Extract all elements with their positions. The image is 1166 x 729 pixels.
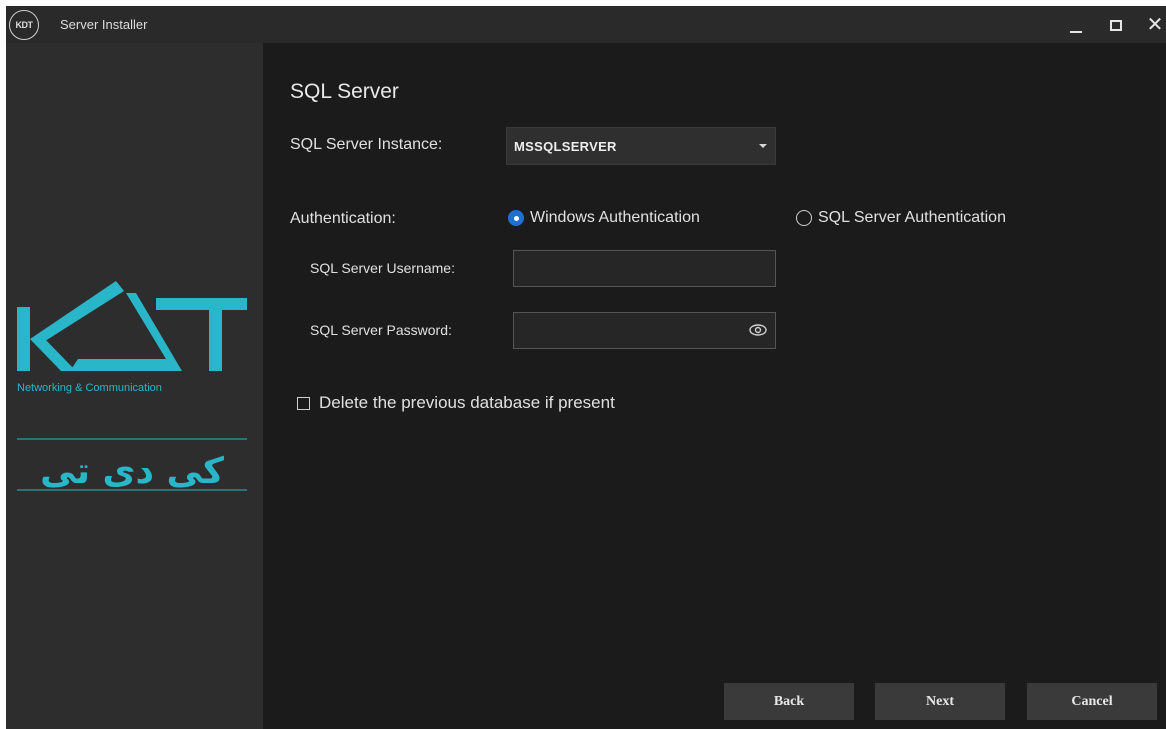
windows-auth-label: Windows Authentication — [530, 209, 700, 226]
back-button[interactable]: Back — [724, 683, 854, 720]
maximize-button[interactable] — [1101, 10, 1131, 40]
chevron-down-icon — [759, 144, 767, 148]
radio-unselected-icon — [796, 210, 812, 226]
brand-tagline: Networking & Communication — [17, 382, 162, 394]
app-logo: KDT — [9, 10, 39, 40]
password-input[interactable] — [513, 312, 776, 349]
delete-database-checkbox[interactable]: Delete the previous database if present — [297, 393, 615, 413]
sql-auth-label: SQL Server Authentication — [818, 209, 1006, 226]
radio-selected-icon — [508, 210, 524, 226]
cancel-button[interactable]: Cancel — [1027, 683, 1157, 720]
installer-window: KDT Server Installer ✕ Networking & Comm… — [6, 6, 1166, 729]
eye-icon[interactable] — [749, 323, 767, 337]
password-label: SQL Server Password: — [310, 322, 452, 338]
main-panel: SQL Server SQL Server Instance: MSSQLSER… — [263, 43, 1166, 729]
username-label: SQL Server Username: — [310, 260, 455, 276]
window-title: Server Installer — [60, 17, 148, 32]
page-title: SQL Server — [290, 80, 399, 103]
close-button[interactable]: ✕ — [1140, 10, 1166, 40]
maximize-icon — [1110, 19, 1122, 31]
instance-label: SQL Server Instance: — [290, 136, 443, 153]
brand-logo: Networking & Communication کی دی تی — [17, 281, 247, 492]
windows-auth-radio[interactable]: Windows Authentication — [508, 209, 700, 227]
minimize-icon — [1070, 31, 1082, 33]
instance-value: MSSQLSERVER — [514, 139, 617, 154]
close-icon: ✕ — [1146, 14, 1164, 36]
minimize-button[interactable] — [1061, 10, 1091, 40]
username-input[interactable] — [513, 250, 776, 287]
next-button[interactable]: Next — [875, 683, 1005, 720]
sidebar: Networking & Communication کی دی تی — [6, 43, 263, 729]
brand-farsi: کی دی تی — [40, 451, 224, 492]
instance-dropdown[interactable]: MSSQLSERVER — [506, 127, 776, 165]
title-bar: KDT Server Installer ✕ — [6, 6, 1166, 43]
checkbox-icon — [297, 396, 310, 410]
authentication-label: Authentication: — [290, 210, 396, 227]
sql-auth-radio[interactable]: SQL Server Authentication — [796, 209, 1006, 227]
delete-database-label: Delete the previous database if present — [319, 393, 615, 412]
